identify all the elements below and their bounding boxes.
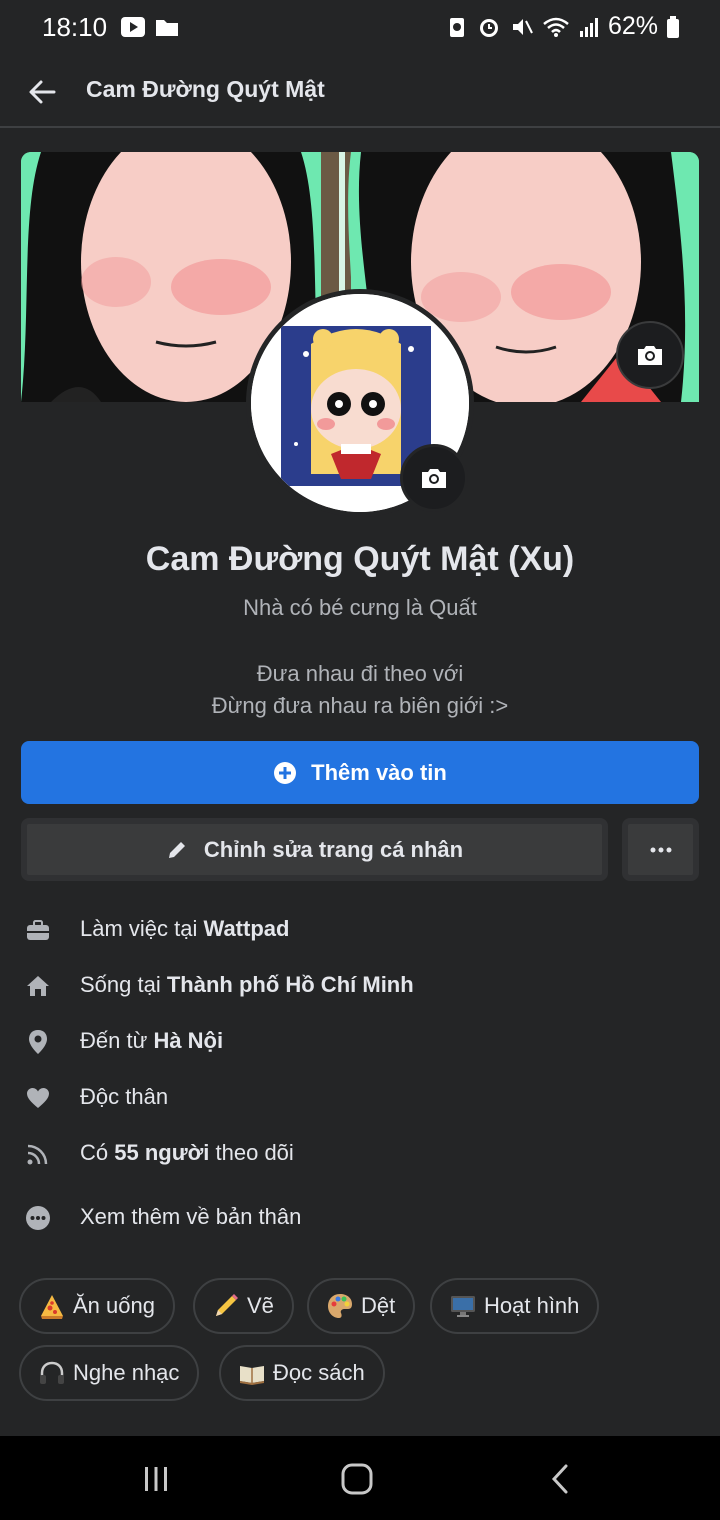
more-options-button[interactable]: [622, 818, 699, 881]
status-right-icons: 62%: [446, 12, 680, 41]
home-icon: [24, 972, 52, 1000]
recent-apps-icon: [145, 1467, 167, 1491]
home-button[interactable]: [327, 1456, 387, 1502]
detail-from: Đến từ Hà Nội: [0, 1014, 720, 1070]
edit-profile-button[interactable]: Chỉnh sửa trang cá nhân: [21, 818, 608, 881]
palette-icon: [325, 1291, 355, 1321]
mute-icon: [512, 18, 533, 35]
hobby-label: Đọc sách: [273, 1360, 365, 1385]
add-to-story-button[interactable]: Thêm vào tin: [21, 741, 699, 804]
work-place-link[interactable]: Wattpad: [204, 916, 290, 941]
detail-from-text: Đến từ Hà Nội: [80, 1028, 224, 1053]
hobby-chip[interactable]: Nghe nhạc: [19, 1345, 200, 1401]
hobby-label: Ăn uống: [73, 1293, 155, 1318]
add-to-story-label: Thêm vào tin: [311, 759, 447, 785]
location-pin-icon: [24, 1028, 52, 1056]
rss-feed-icon: [24, 1140, 52, 1168]
detail-lives-text: Sống tại Thành phố Hồ Chí Minh: [80, 972, 414, 997]
hobby-chip[interactable]: Vẽ: [193, 1278, 294, 1334]
edit-profile-label: Chỉnh sửa trang cá nhân: [203, 836, 464, 862]
back-button[interactable]: [22, 72, 62, 112]
detail-followers-text: Có 55 người theo dõi: [80, 1140, 294, 1165]
page-title: Cam Đường Quýt Mật: [86, 76, 325, 102]
profile-name: Cam Đường Quýt Mật (Xu): [145, 540, 575, 578]
from-place-link[interactable]: Hà Nội: [153, 1028, 223, 1053]
home-circle-icon: [341, 1463, 373, 1495]
status-time: 18:10: [42, 12, 108, 42]
app-header: Cam Đường Quýt Mật: [0, 56, 720, 128]
signal-icon: [579, 17, 598, 37]
hobby-chip[interactable]: Dệt: [307, 1278, 416, 1334]
more-circle-icon: [24, 1204, 52, 1232]
detail-lives: Sống tại Thành phố Hồ Chí Minh: [0, 958, 720, 1014]
detail-relationship: Độc thân: [0, 1070, 720, 1126]
more-dots-icon: [650, 847, 671, 852]
camera-icon: [638, 346, 662, 365]
pencil-icon: [168, 841, 185, 858]
detail-work-text: Làm việc tại Wattpad: [80, 916, 290, 941]
monitor-icon: [448, 1291, 478, 1321]
hobby-label: Vẽ: [247, 1293, 274, 1318]
headphones-icon: [37, 1358, 67, 1388]
profile-nickname: Nhà có bé cưng là Quất: [243, 595, 477, 620]
battery-saver-icon: [449, 17, 464, 37]
detail-followers[interactable]: Có 55 người theo dõi: [0, 1126, 720, 1182]
detail-relationship-text: Độc thân: [80, 1084, 169, 1109]
battery-icon: [667, 15, 679, 38]
arrow-left-icon: [29, 80, 56, 104]
bio-line-1: Đưa nhau đi theo với: [256, 661, 464, 686]
profile-bio: Đưa nhau đi theo với Đừng đưa nhau ra bi…: [0, 658, 720, 722]
edit-avatar-button[interactable]: [400, 444, 468, 512]
folder-notification-icon: [156, 20, 178, 36]
hobby-chip[interactable]: Ăn uống: [19, 1278, 175, 1334]
edit-cover-photo-button[interactable]: [616, 321, 684, 389]
see-more-about-button[interactable]: Xem thêm về bản thân: [0, 1190, 720, 1246]
detail-work: Làm việc tại Wattpad: [0, 902, 720, 958]
bio-line-2: Đừng đưa nhau ra biên giới :>: [211, 693, 509, 718]
hobby-chip[interactable]: Hoạt hình: [430, 1278, 600, 1334]
status-bar: 18:10 62%: [0, 0, 720, 56]
pizza-icon: [37, 1291, 67, 1321]
youtube-notification-icon: [121, 17, 145, 37]
plus-circle-icon: [274, 761, 297, 784]
heart-icon: [24, 1084, 52, 1112]
hobby-label: Dệt: [361, 1293, 396, 1318]
recent-apps-button[interactable]: [126, 1456, 186, 1502]
briefcase-icon: [24, 916, 52, 944]
alarm-icon: [479, 18, 498, 37]
wifi-icon: [543, 17, 569, 37]
book-icon: [237, 1358, 267, 1388]
hobby-chip[interactable]: Đọc sách: [219, 1345, 385, 1401]
pencil-icon: [211, 1291, 241, 1321]
status-left-icons: [120, 14, 180, 40]
android-navigation-bar: [0, 1436, 720, 1520]
camera-icon: [422, 469, 446, 488]
back-nav-button[interactable]: [530, 1456, 590, 1502]
battery-percentage: 62%: [607, 12, 658, 40]
chevron-left-icon: [551, 1464, 568, 1494]
lives-place-link[interactable]: Thành phố Hồ Chí Minh: [167, 972, 414, 997]
hobby-label: Nghe nhạc: [73, 1360, 180, 1385]
see-more-about-label: Xem thêm về bản thân: [80, 1204, 302, 1229]
hobby-label: Hoạt hình: [484, 1293, 580, 1318]
